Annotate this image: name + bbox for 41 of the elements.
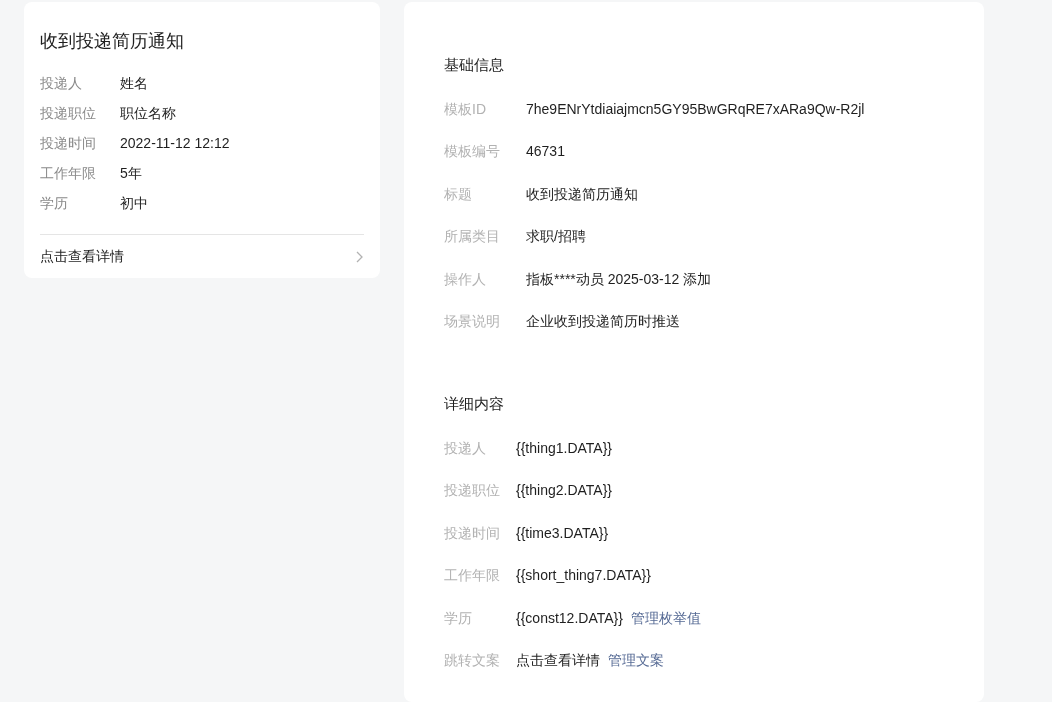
- field-label: 跳转文案: [444, 651, 501, 671]
- field-value: 初中: [120, 193, 148, 213]
- field-value: 求职/招聘: [526, 227, 586, 247]
- card-title: 收到投递简历通知: [40, 30, 185, 53]
- field-value: {{const12.DATA}}: [516, 608, 623, 628]
- field-label: 投递时间: [40, 133, 97, 153]
- field-label: 场景说明: [444, 312, 501, 332]
- field-label: 模板编号: [444, 142, 501, 162]
- field-value: {{time3.DATA}}: [516, 523, 609, 543]
- field-value: {{short_thing7.DATA}}: [516, 566, 651, 586]
- field-label: 投递人: [444, 438, 487, 458]
- field-label: 学历: [444, 608, 473, 628]
- manage-link[interactable]: 管理文案: [608, 650, 664, 672]
- field-label: 投递人: [40, 73, 83, 93]
- section-heading: 基础信息: [444, 55, 505, 75]
- chevron-right-icon: [356, 250, 364, 263]
- manage-link[interactable]: 管理枚举值: [630, 607, 701, 629]
- field-value: 7he9ENrYtdiaiajmcn5GY95BwGRqRE7xARa9Qw-R2jl: [526, 99, 865, 119]
- field-label: 工作年限: [40, 163, 97, 183]
- field-label: 学历: [40, 193, 69, 213]
- field-label: 工作年限: [444, 566, 501, 586]
- field-value: {{thing2.DATA}}: [516, 481, 612, 501]
- field-label: 投递职位: [444, 481, 501, 501]
- field-label: 投递职位: [40, 103, 97, 123]
- field-value: 2022-11-12 12:12: [120, 133, 230, 153]
- field-label: 投递时间: [444, 523, 501, 543]
- detail-link[interactable]: 点击查看详情: [40, 234, 364, 278]
- field-value: {{thing1.DATA}}: [516, 438, 612, 458]
- field-label: 模板ID: [444, 99, 487, 119]
- field-label: 标题: [444, 184, 473, 204]
- section-heading: 详细内容: [444, 394, 505, 414]
- field-value: 46731: [526, 142, 565, 162]
- field-value: 5年: [120, 163, 142, 183]
- field-value: 收到投递简历通知: [526, 184, 638, 204]
- field-value: 职位名称: [120, 103, 176, 123]
- field-value: 指板****动员 2025-03-12 添加: [526, 269, 712, 289]
- field-label: 操作人: [444, 269, 487, 289]
- field-value: 企业收到投递简历时推送: [526, 312, 680, 332]
- field-value: 点击查看详情: [516, 651, 600, 671]
- field-value: 姓名: [120, 73, 148, 93]
- field-label: 所属类目: [444, 227, 501, 247]
